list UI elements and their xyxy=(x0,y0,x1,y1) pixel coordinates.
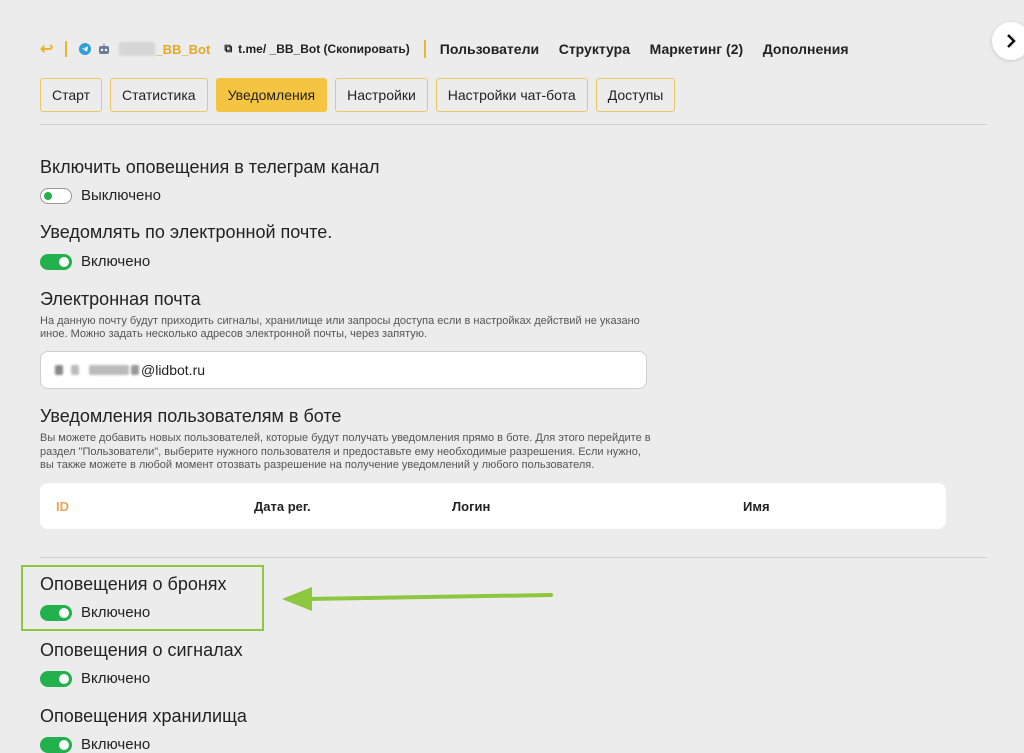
annotation-arrow-icon xyxy=(282,587,553,611)
